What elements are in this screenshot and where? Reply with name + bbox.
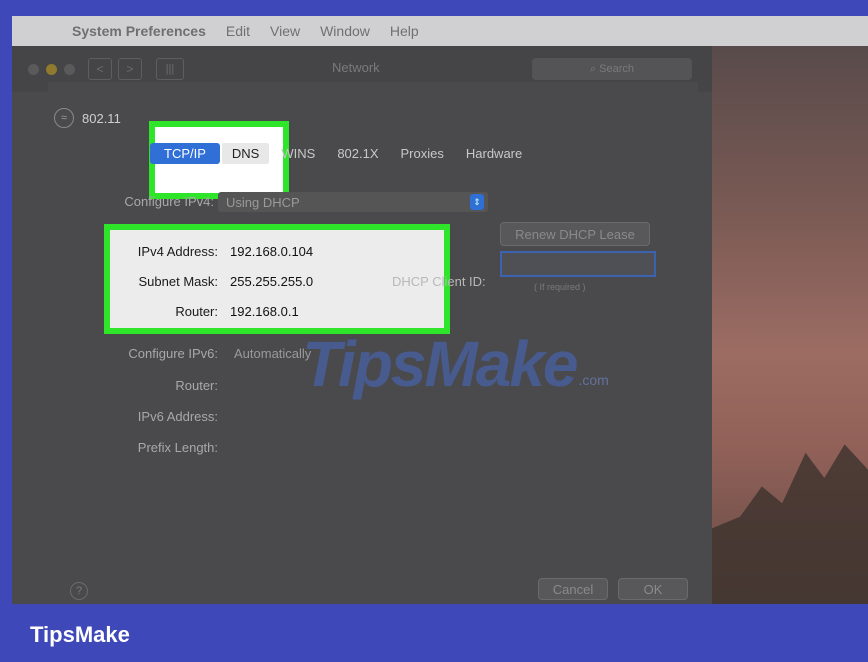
menu-edit[interactable]: Edit <box>226 23 250 39</box>
configure-ipv4-select[interactable]: Using DHCP ⇕ <box>218 192 488 212</box>
interface-name: 802.11 <box>82 110 121 126</box>
brand-title: TipsMake <box>30 622 130 647</box>
ipv6-address-label: IPv6 Address: <box>137 409 218 424</box>
zoom-window-button[interactable] <box>64 63 75 75</box>
router-label: Router: <box>175 304 218 319</box>
menu-view[interactable]: View <box>270 23 300 39</box>
brand-bar <box>0 604 868 662</box>
tab-8021x[interactable]: 802.1X <box>327 143 388 164</box>
advanced-tabs: TCP/IP DNS WINS 802.1X Proxies Hardware <box>150 143 534 164</box>
menu-help[interactable]: Help <box>390 23 419 39</box>
dhcp-client-id-label: DHCP Client ID: <box>392 274 486 289</box>
search-placeholder: Search <box>599 63 635 75</box>
renew-dhcp-lease-button[interactable]: Renew DHCP Lease <box>500 222 650 246</box>
watermark-suffix: .com <box>578 372 609 388</box>
cancel-button[interactable]: Cancel <box>538 578 608 600</box>
watermark: TipsMake .com <box>302 316 622 396</box>
tab-proxies[interactable]: Proxies <box>391 143 454 164</box>
wifi-icon: ≈ <box>54 108 74 128</box>
ipv4-address-value: 192.168.0.104 <box>230 244 314 259</box>
window-title: Network <box>332 60 380 75</box>
forward-button[interactable]: > <box>118 58 142 80</box>
tab-tcpip[interactable]: TCP/IP <box>150 143 220 164</box>
ok-button[interactable]: OK <box>618 578 688 600</box>
help-button[interactable]: ? <box>70 582 88 600</box>
subnet-mask-label: Subnet Mask: <box>138 274 219 289</box>
ipv4-address-label: IPv4 Address: <box>137 244 218 259</box>
tab-wins[interactable]: WINS <box>271 143 325 164</box>
menu-window[interactable]: Window <box>320 23 370 39</box>
close-window-button[interactable] <box>28 63 39 75</box>
back-button[interactable]: < <box>88 58 112 80</box>
interface-header: ≈ 802.11 <box>54 108 121 128</box>
configure-ipv6-value[interactable]: Automatically <box>234 346 311 361</box>
chevron-updown-icon: ⇕ <box>470 194 484 210</box>
dhcp-client-id-hint: ( If required ) <box>534 282 586 292</box>
menu-system-preferences[interactable]: System Preferences <box>72 23 206 39</box>
tab-hardware[interactable]: Hardware <box>456 143 532 164</box>
show-all-button[interactable]: ||| <box>156 58 184 80</box>
prefix-length-label: Prefix Length: <box>137 440 218 455</box>
configure-ipv4-value: Using DHCP <box>226 194 300 210</box>
watermark-text: TipsMake <box>302 328 578 400</box>
ipv6-router-label: Router: <box>175 378 218 393</box>
router-value: 192.168.0.1 <box>230 304 299 319</box>
search-icon: ⌕ <box>589 62 600 75</box>
subnet-mask-value: 255.255.255.0 <box>230 274 314 289</box>
search-field[interactable]: ⌕ Search <box>532 58 692 80</box>
minimize-window-button[interactable] <box>46 63 57 75</box>
menu-bar: System Preferences Edit View Window Help <box>12 16 868 46</box>
screenshot-scene: System Preferences Edit View Window Help… <box>12 16 868 604</box>
configure-ipv4-label: Configure IPv4: <box>124 194 214 209</box>
dhcp-client-id-input[interactable] <box>500 251 656 277</box>
configure-ipv6-label: Configure IPv6: <box>128 346 218 361</box>
tab-dns[interactable]: DNS <box>221 143 270 164</box>
window-controls <box>28 63 82 75</box>
